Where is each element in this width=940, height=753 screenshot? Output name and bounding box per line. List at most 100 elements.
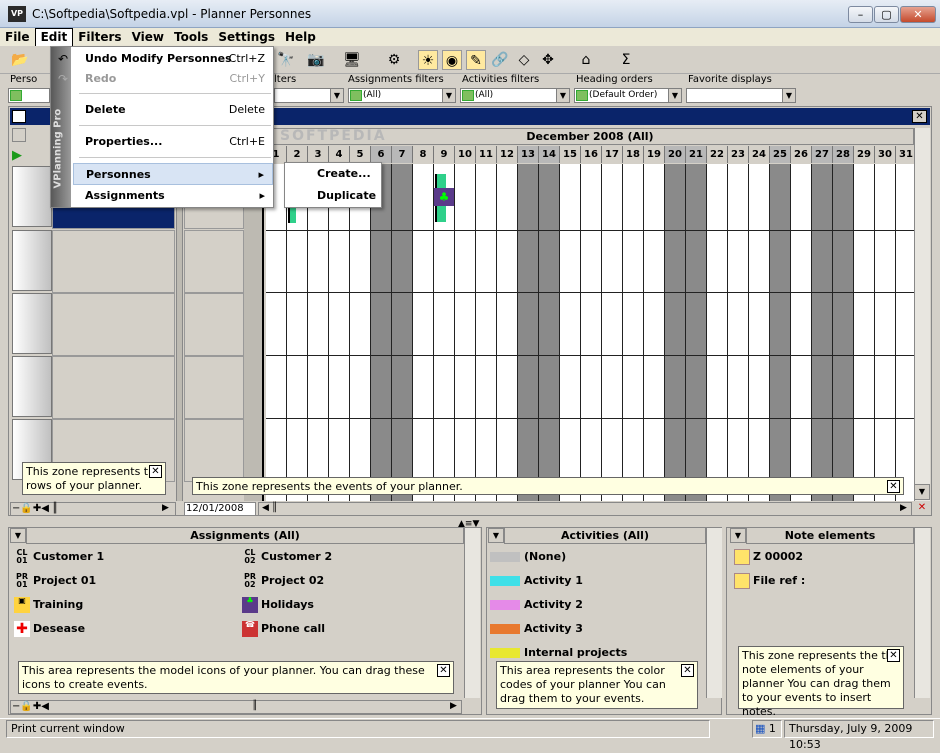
eraser-icon[interactable]: ◇ [514, 50, 534, 70]
day-header[interactable]: 17 [602, 146, 623, 163]
filter-icon[interactable]: ⚙ [384, 50, 404, 70]
activities-filter-select[interactable]: (All) ▼ [460, 88, 570, 103]
day-header[interactable]: 8 [413, 146, 434, 163]
pane-menu-button[interactable]: ▼ [10, 528, 26, 543]
day-column[interactable] [854, 164, 875, 501]
activity-item[interactable]: Activity 2 [490, 596, 704, 614]
day-header[interactable]: 29 [854, 146, 875, 163]
day-header[interactable]: 18 [623, 146, 644, 163]
monitor-icon[interactable]: 🖥 [342, 50, 362, 70]
row-header[interactable] [12, 230, 52, 291]
assignment-item[interactable]: ✚ Desease [14, 620, 85, 638]
day-header[interactable]: 4 [329, 146, 350, 163]
move-icon[interactable]: ✥ [538, 50, 558, 70]
close-planner-button[interactable]: ✕ [912, 110, 927, 123]
row-info-cell[interactable] [184, 419, 244, 482]
menu-edit[interactable]: Edit [34, 28, 74, 47]
scroll-right-button[interactable]: ▶ [450, 701, 457, 711]
day-header[interactable]: 25 [770, 146, 791, 163]
persons-filter-select[interactable] [8, 88, 50, 103]
day-column[interactable] [371, 164, 392, 501]
day-column[interactable] [644, 164, 665, 501]
chevron-down-icon[interactable]: ▼ [330, 89, 343, 102]
day-column[interactable] [455, 164, 476, 501]
chevron-down-icon[interactable]: ▼ [782, 89, 795, 102]
day-column[interactable] [665, 164, 686, 501]
binoculars-icon[interactable]: 🔭 [276, 50, 296, 70]
menu-item-redo[interactable]: Redo Ctrl+Y [73, 68, 273, 90]
menu-item-properties[interactable]: Properties... Ctrl+E [73, 131, 273, 153]
assignments-filter-select[interactable]: (All) ▼ [348, 88, 456, 103]
day-header[interactable]: 10 [455, 146, 476, 163]
assignments-horizontal-scrollbar[interactable] [10, 700, 462, 714]
day-column[interactable] [476, 164, 497, 501]
day-column[interactable] [581, 164, 602, 501]
activity-item[interactable]: (None) [490, 548, 704, 566]
close-red-icon[interactable]: ✕ [914, 502, 930, 516]
day-column[interactable] [875, 164, 896, 501]
open-folder-icon[interactable]: 📂 [10, 50, 30, 70]
link-icon[interactable]: 🔗 [490, 50, 510, 70]
row-info-cell[interactable] [184, 230, 244, 293]
day-header[interactable]: 23 [728, 146, 749, 163]
chevron-down-icon[interactable]: ▼ [668, 89, 681, 102]
day-column[interactable] [539, 164, 560, 501]
day-header[interactable]: 15 [560, 146, 581, 163]
day-header[interactable]: 3 [308, 146, 329, 163]
day-header[interactable]: 19 [644, 146, 665, 163]
activity-item[interactable]: Internal projects [490, 644, 704, 662]
day-column[interactable] [266, 164, 287, 501]
day-column[interactable] [833, 164, 854, 501]
day-header[interactable]: 16 [581, 146, 602, 163]
sum-icon[interactable]: Σ [616, 50, 636, 70]
day-header[interactable]: 5 [350, 146, 371, 163]
scroll-right-button[interactable]: ▶ [900, 503, 907, 513]
day-header[interactable]: 24 [749, 146, 770, 163]
pane-menu-button[interactable]: ▼ [730, 528, 746, 543]
assignment-item[interactable]: CL 01 Customer 1 [14, 548, 104, 566]
close-icon[interactable]: ✕ [887, 480, 900, 493]
menu-view[interactable]: View [127, 29, 169, 46]
menu-item-undo[interactable]: Undo Modify Personnes Ctrl+Z [73, 48, 273, 70]
day-column[interactable] [350, 164, 371, 501]
note-item[interactable]: Z 00002 [734, 548, 803, 566]
vertical-scrollbar[interactable] [464, 528, 480, 698]
row-header[interactable] [12, 293, 52, 354]
day-header[interactable]: 9 [434, 146, 455, 163]
assignment-item[interactable]: ♣ Holidays [242, 596, 314, 614]
home-icon[interactable]: ⌂ [576, 50, 596, 70]
row-name-cell[interactable] [52, 230, 175, 293]
row-name-cell[interactable] [52, 293, 175, 356]
splitter[interactable] [244, 164, 264, 501]
events-horizontal-scrollbar[interactable] [258, 502, 912, 516]
palm-tree-icon[interactable]: ♣ [434, 188, 454, 206]
holidays-view-icon[interactable]: ☀ [418, 50, 438, 70]
zoom-controls[interactable]: −🔒✚◀ ║ [12, 503, 58, 514]
close-icon[interactable]: ✕ [437, 664, 450, 677]
menu-file[interactable]: File [0, 29, 35, 46]
day-column[interactable] [749, 164, 770, 501]
assignment-item[interactable]: CL 02 Customer 2 [242, 548, 332, 566]
day-header[interactable]: 2 [287, 146, 308, 163]
scroll-right-button[interactable]: ▶ [162, 503, 169, 513]
pen-icon[interactable]: ✎ [466, 50, 486, 70]
menu-item-personnes[interactable]: Personnes ▸ [73, 163, 273, 185]
day-column[interactable] [413, 164, 434, 501]
day-header[interactable]: 13 [518, 146, 539, 163]
menu-item-assignments[interactable]: Assignments ▸ [73, 185, 273, 207]
day-column[interactable] [770, 164, 791, 501]
menu-filters[interactable]: Filters [73, 29, 126, 46]
day-header[interactable]: 27 [812, 146, 833, 163]
pane-controls[interactable]: −🔒✚◀ [12, 701, 49, 712]
day-header[interactable]: 20 [665, 146, 686, 163]
day-header[interactable]: 6 [371, 146, 392, 163]
assignment-item[interactable]: PR 01 Project 01 [14, 572, 96, 590]
row-toggle-button[interactable] [12, 128, 26, 142]
play-icon[interactable]: ▶ [12, 148, 22, 163]
day-column[interactable] [329, 164, 350, 501]
day-header[interactable]: 21 [686, 146, 707, 163]
menu-item-delete[interactable]: Delete Delete [73, 99, 273, 121]
day-column[interactable] [560, 164, 581, 501]
day-column[interactable] [707, 164, 728, 501]
day-column[interactable] [497, 164, 518, 501]
